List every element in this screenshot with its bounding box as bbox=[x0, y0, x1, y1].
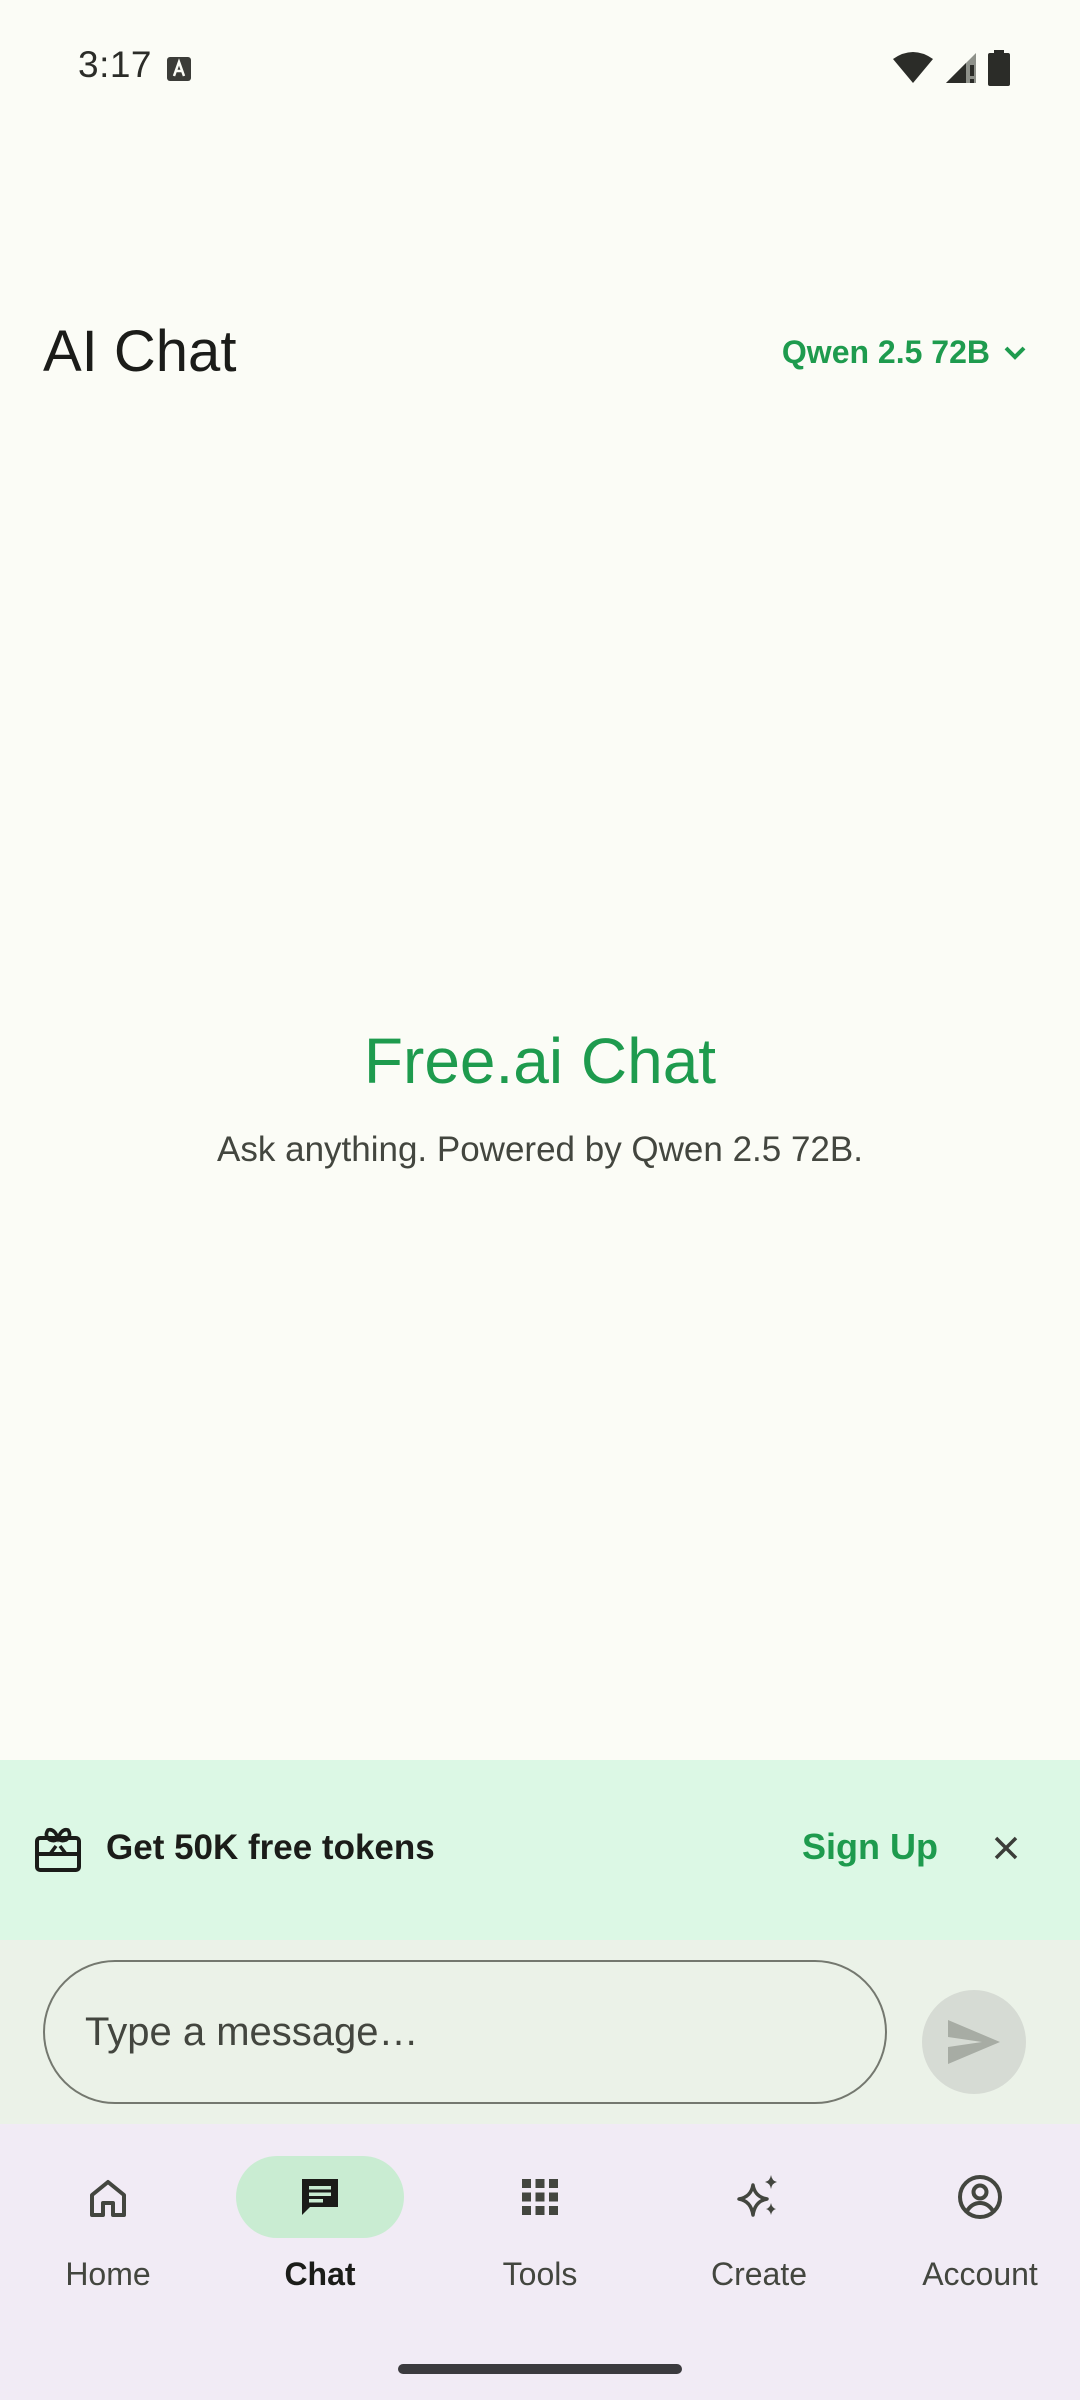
sign-up-button[interactable]: Sign Up bbox=[802, 1826, 938, 1868]
nav-label-create: Create bbox=[710, 2256, 808, 2292]
home-icon bbox=[90, 2180, 126, 2217]
account-icon bbox=[958, 2175, 1002, 2219]
send-button[interactable] bbox=[922, 1990, 1026, 2094]
bottom-navigation: Home Chat Tools Create Account bbox=[0, 2124, 1080, 2400]
sparkle-icon bbox=[737, 2175, 777, 2217]
close-banner-button[interactable] bbox=[984, 1826, 1028, 1870]
model-selector[interactable]: Qwen 2.5 72B bbox=[782, 334, 1028, 371]
nav-label-home: Home bbox=[65, 2256, 151, 2292]
message-composer bbox=[0, 1940, 1080, 2124]
page-title: AI Chat bbox=[43, 319, 237, 384]
nav-item-home[interactable]: Home bbox=[0, 2156, 216, 2306]
hero-title: Free.ai Chat bbox=[363, 1025, 717, 1097]
battery-icon bbox=[988, 50, 1010, 86]
wifi-icon bbox=[893, 52, 933, 83]
status-bar: 3:17 bbox=[0, 0, 1080, 136]
model-selector-label: Qwen 2.5 72B bbox=[781, 334, 990, 370]
hero-subtitle: Ask anything. Powered by Qwen 2.5 72B. bbox=[217, 1130, 863, 1169]
chat-icon bbox=[302, 2179, 338, 2215]
promo-banner: Get 50K free tokens Sign Up bbox=[0, 1760, 1080, 1940]
promo-text: Get 50K free tokens bbox=[106, 1828, 435, 1867]
nav-item-create[interactable]: Create bbox=[651, 2156, 867, 2306]
chevron-down-icon bbox=[1004, 346, 1026, 360]
close-icon bbox=[994, 1836, 1018, 1860]
message-input[interactable] bbox=[43, 1960, 887, 2104]
nav-label-chat: Chat bbox=[284, 2256, 356, 2292]
send-icon bbox=[948, 2020, 1000, 2064]
nav-label-tools: Tools bbox=[502, 2256, 578, 2292]
status-icons bbox=[892, 50, 1010, 86]
cellular-signal-icon bbox=[946, 53, 976, 83]
nav-label-account: Account bbox=[922, 2256, 1038, 2292]
gesture-home-indicator[interactable] bbox=[398, 2364, 682, 2374]
nav-item-chat[interactable]: Chat bbox=[212, 2156, 428, 2306]
gift-card-icon bbox=[35, 1827, 81, 1872]
keyboard-notification-icon bbox=[167, 57, 191, 81]
nav-item-account[interactable]: Account bbox=[872, 2156, 1080, 2306]
status-time: 3:17 bbox=[78, 44, 153, 85]
nav-item-tools[interactable]: Tools bbox=[432, 2156, 648, 2306]
grid-icon bbox=[522, 2179, 558, 2215]
